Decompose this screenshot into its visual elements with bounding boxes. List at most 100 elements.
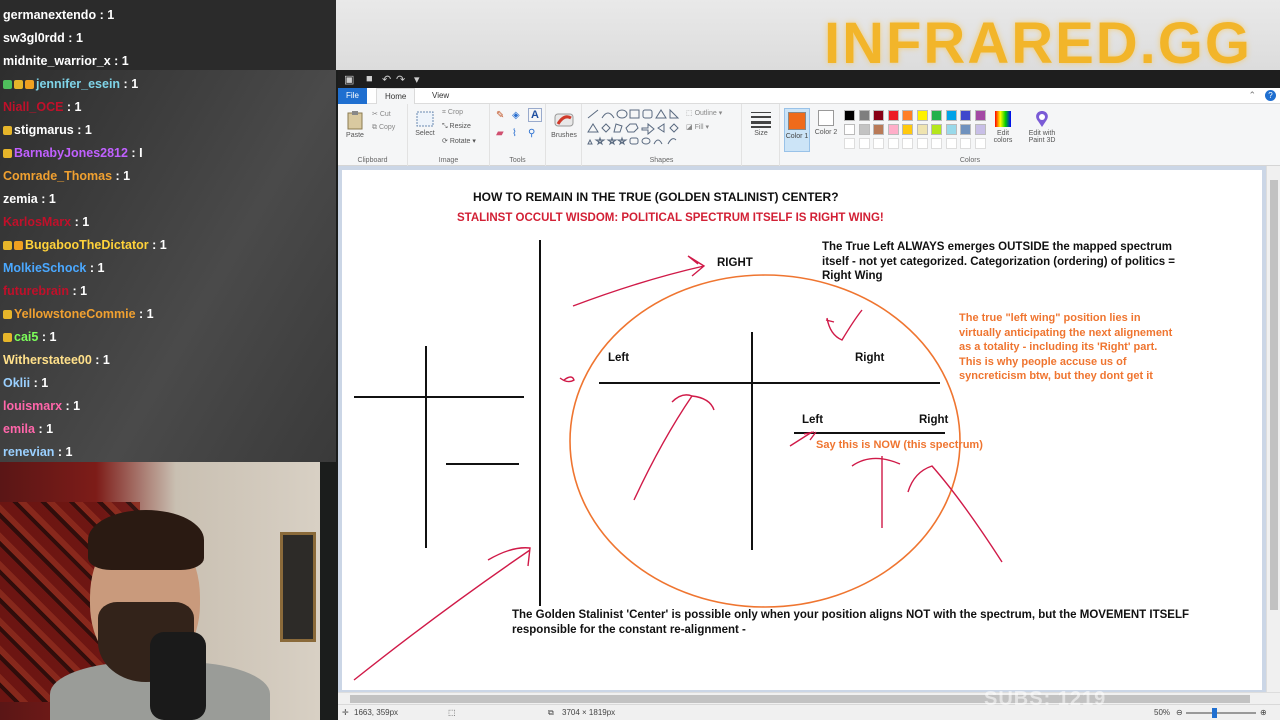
- palette-custom-swatch[interactable]: [858, 138, 870, 149]
- color-picker-icon[interactable]: ⌇: [512, 128, 517, 139]
- palette-swatch[interactable]: [916, 124, 928, 135]
- drawing-canvas[interactable]: HOW TO REMAIN IN THE TRUE (GOLDEN STALIN…: [342, 170, 1262, 690]
- palette-swatch[interactable]: [887, 110, 899, 121]
- chat-username[interactable]: Comrade_Thomas: [3, 169, 112, 183]
- quick-access-dropdown-icon[interactable]: ▾: [414, 73, 420, 86]
- undo-icon[interactable]: ↶: [382, 73, 391, 86]
- palette-swatch[interactable]: [945, 124, 957, 135]
- chat-count: 1: [146, 307, 154, 321]
- color2-button[interactable]: Color 2: [812, 110, 840, 136]
- palette-custom-swatch[interactable]: [916, 138, 928, 149]
- copy-button[interactable]: ⧉ Copy: [372, 124, 395, 132]
- chat-overlay: germanextendo : 1 sw3gl0rdd : 1 midnite_wa…: [0, 0, 336, 462]
- chat-username[interactable]: YellowstoneCommie: [14, 307, 136, 321]
- fill-button[interactable]: ◪ Fill ▾: [686, 123, 709, 131]
- pencil-icon[interactable]: ✎: [496, 110, 504, 121]
- palette-custom-swatch[interactable]: [960, 138, 971, 149]
- palette-swatch[interactable]: [974, 110, 986, 121]
- palette-custom-swatch[interactable]: [844, 138, 855, 149]
- palette-swatch[interactable]: [902, 110, 913, 121]
- chat-username[interactable]: jennifer_esein: [36, 77, 120, 91]
- zoom-out-icon[interactable]: ⊖: [1176, 708, 1183, 717]
- chat-count: 1: [49, 330, 57, 344]
- horizontal-scrollbar[interactable]: [338, 692, 1280, 704]
- chat-username[interactable]: futurebrain: [3, 284, 69, 298]
- chat-username[interactable]: germanextendo: [3, 8, 96, 22]
- chat-username[interactable]: emila: [3, 422, 35, 436]
- redo-icon[interactable]: ↷: [396, 73, 405, 86]
- palette-custom-swatch[interactable]: [887, 138, 899, 149]
- palette-custom-swatch[interactable]: [931, 138, 942, 149]
- rotate-button[interactable]: ⟳ Rotate ▾: [442, 137, 476, 145]
- vertical-scroll-thumb[interactable]: [1270, 180, 1278, 610]
- fill-icon[interactable]: ◈: [512, 110, 520, 121]
- cut-button[interactable]: ✂ Cut: [372, 110, 391, 118]
- chat-count: 1: [84, 123, 92, 137]
- zoom-slider-thumb[interactable]: [1212, 708, 1217, 718]
- collapse-ribbon-icon[interactable]: ⌃: [1248, 90, 1256, 101]
- palette-custom-swatch[interactable]: [974, 138, 986, 149]
- tab-file[interactable]: File: [338, 88, 367, 104]
- tab-home[interactable]: Home: [376, 88, 416, 104]
- chat-username[interactable]: midnite_warrior_x: [3, 54, 111, 68]
- palette-swatch[interactable]: [858, 110, 870, 121]
- paint3d-button[interactable]: Edit with Paint 3D: [1020, 110, 1064, 144]
- palette-custom-swatch[interactable]: [873, 138, 884, 149]
- chat-username[interactable]: renevian: [3, 445, 54, 459]
- chat-username[interactable]: Oklii: [3, 376, 30, 390]
- save-icon[interactable]: ■: [366, 73, 373, 85]
- vertical-scrollbar[interactable]: [1266, 166, 1280, 694]
- chat-username[interactable]: MolkieSchock: [3, 261, 86, 275]
- palette-swatch[interactable]: [916, 110, 928, 121]
- palette-swatch[interactable]: [873, 124, 884, 135]
- crop-button[interactable]: ⌗ Crop: [442, 109, 463, 117]
- palette-swatch[interactable]: [960, 124, 971, 135]
- chat-username[interactable]: Niall_OCE: [3, 100, 63, 114]
- chat-username[interactable]: sw3gl0rdd: [3, 31, 65, 45]
- palette-swatch[interactable]: [844, 124, 855, 135]
- chat-username[interactable]: Witherstatee00: [3, 353, 92, 367]
- palette-custom-swatch[interactable]: [902, 138, 913, 149]
- palette-swatch[interactable]: [887, 124, 899, 135]
- magnifier-icon[interactable]: ⚲: [528, 128, 535, 139]
- chat-separator: :: [86, 261, 98, 275]
- palette-swatch[interactable]: [858, 124, 870, 135]
- chat-username[interactable]: BarnabyJones2812: [14, 146, 128, 160]
- palette-custom-swatch[interactable]: [945, 138, 957, 149]
- chat-username[interactable]: BugabooTheDictator: [25, 238, 149, 252]
- palette-swatch[interactable]: [931, 124, 942, 135]
- color1-button[interactable]: Color 1: [784, 108, 810, 152]
- palette-swatch[interactable]: [902, 124, 913, 135]
- paste-button[interactable]: Paste: [344, 110, 366, 139]
- zoom-slider[interactable]: [1186, 708, 1256, 718]
- eraser-icon[interactable]: ▰: [496, 128, 504, 139]
- chat-username[interactable]: louismarx: [3, 399, 62, 413]
- help-icon[interactable]: ?: [1265, 90, 1276, 101]
- zoom-in-icon[interactable]: ⊕: [1260, 708, 1267, 717]
- chat-username[interactable]: stigmarus: [14, 123, 74, 137]
- chat-badge-icon: [3, 80, 12, 89]
- shapes-gallery-icon[interactable]: [586, 108, 682, 148]
- chat-username[interactable]: cai5: [14, 330, 38, 344]
- size-button[interactable]: Size: [748, 110, 774, 137]
- text-icon[interactable]: A: [528, 108, 542, 122]
- palette-swatch[interactable]: [931, 110, 942, 121]
- edit-colors-icon: [995, 111, 1011, 127]
- tab-view[interactable]: View: [424, 88, 457, 104]
- horizontal-scroll-thumb[interactable]: [350, 695, 1250, 703]
- edit-colors-button[interactable]: Edit colors: [988, 110, 1018, 144]
- palette-swatch[interactable]: [960, 110, 971, 121]
- canvas-size-icon: ⧉: [548, 708, 554, 717]
- palette-swatch[interactable]: [873, 110, 884, 121]
- resize-button[interactable]: ⤡ Resize: [442, 123, 471, 131]
- chat-separator: :: [148, 238, 160, 252]
- select-button[interactable]: Select: [412, 110, 438, 137]
- chat-username[interactable]: zemia: [3, 192, 38, 206]
- chat-username[interactable]: KarlosMarx: [3, 215, 71, 229]
- chat-badge-icon: [3, 333, 12, 342]
- palette-swatch[interactable]: [945, 110, 957, 121]
- palette-swatch[interactable]: [974, 124, 986, 135]
- palette-swatch[interactable]: [844, 110, 855, 121]
- outline-button[interactable]: ⬚ Outline ▾: [686, 109, 722, 117]
- brushes-button[interactable]: Brushes: [550, 110, 578, 139]
